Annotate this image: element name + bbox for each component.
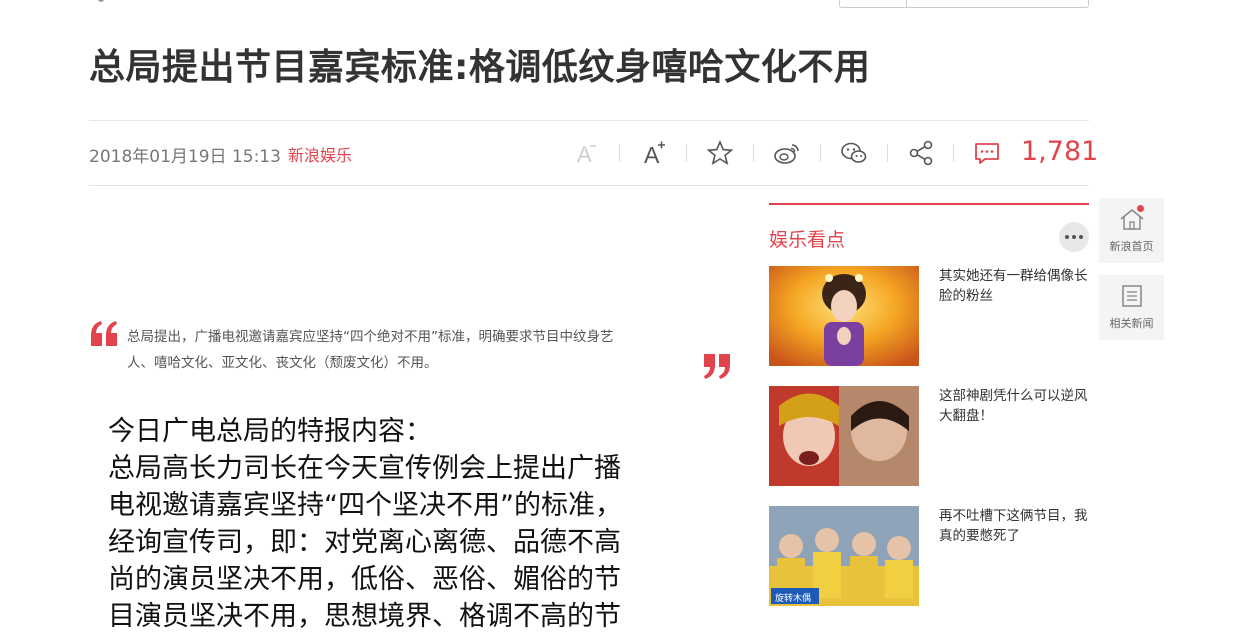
share-icon[interactable]	[904, 136, 938, 170]
news-thumbnail	[769, 266, 919, 366]
star-icon[interactable]	[703, 136, 737, 170]
toolbar-separator	[953, 144, 954, 162]
divider-meta	[89, 185, 1089, 186]
sidebar-title: 娱乐看点	[769, 229, 846, 251]
sina-home-button[interactable]: 新浪首页	[1099, 198, 1164, 263]
article-headline: 总局提出节目嘉宾标准:格调低纹身嘻哈文化不用	[89, 47, 871, 88]
weibo-icon[interactable]	[770, 136, 804, 170]
divider-top	[89, 120, 1089, 121]
publish-date: 2018年01月19日 15:13	[89, 147, 281, 167]
news-title: 再不吐槽下这俩节目，我真的要憋死了	[939, 508, 1088, 544]
comment-count[interactable]: 1,781	[1021, 136, 1098, 167]
home-label: 新浪首页	[1109, 240, 1154, 253]
article-summary-quote: 总局提出，广播电视邀请嘉宾应坚持“四个绝对不用”标准，明确要求节目中纹身艺 人、…	[127, 324, 687, 376]
list-icon	[1120, 284, 1144, 312]
notice-line: 经询宣传司，即：对党离心离德、品德不高	[108, 527, 621, 558]
toolbar-separator	[753, 144, 754, 162]
news-title: 这部神剧凭什么可以逆风大翻盘！	[939, 388, 1088, 424]
quote-close-icon	[700, 350, 732, 382]
notice-line: 电视邀请嘉宾坚持“四个坚决不用”的标准，	[108, 490, 622, 521]
sidebar-news-item[interactable]: 其实她还有一群给偶像长脸的粉丝	[769, 266, 1089, 366]
font-increase-icon[interactable]: A	[637, 136, 671, 170]
svg-text:A: A	[644, 142, 660, 166]
quote-line-2: 人、嘻哈文化、亚文化、丧文化（颓废文化）不用。	[127, 355, 438, 371]
toolbar-separator	[887, 144, 888, 162]
news-thumbnail	[769, 386, 919, 486]
toolbar-separator	[686, 144, 687, 162]
wechat-icon[interactable]	[837, 136, 871, 170]
search-divider	[906, 0, 907, 7]
news-title: 其实她还有一群给偶像长脸的粉丝	[939, 268, 1088, 304]
top-nav-dot	[98, 0, 104, 2]
thumbnail-caption: 旋转木偶	[775, 594, 812, 604]
search-box[interactable]	[839, 0, 1089, 8]
sidebar-news-item[interactable]: 这部神剧凭什么可以逆风大翻盘！	[769, 386, 1089, 486]
comment-icon[interactable]	[970, 136, 1004, 170]
notice-line: 今日广电总局的特报内容：	[108, 416, 432, 447]
more-options-button[interactable]	[1059, 222, 1089, 252]
sidebar-news-item[interactable]: 旋转木偶 再不吐槽下这俩节目，我真的要憋死了	[769, 506, 1089, 606]
notice-line: 尚的演员坚决不用，低俗、恶俗、媚俗的节	[108, 564, 621, 595]
toolbar-separator	[820, 144, 821, 162]
quote-open-icon	[89, 318, 121, 350]
font-decrease-icon[interactable]: A	[569, 136, 603, 170]
quote-line-1: 总局提出，广播电视邀请嘉宾应坚持“四个绝对不用”标准，明确要求节目中纹身艺	[127, 329, 614, 345]
source-link[interactable]: 新浪娱乐	[288, 142, 352, 166]
toolbar-separator	[619, 144, 620, 162]
article-image-notice: 今日广电总局的特报内容： 总局高长力司长在今天宣传例会上提出广播 电视邀请嘉宾坚…	[108, 413, 708, 635]
news-thumbnail: 旋转木偶	[769, 506, 919, 606]
notice-line: 目演员坚决不用，思想境界、格调不高的节	[108, 601, 621, 632]
notification-dot	[1137, 205, 1144, 212]
svg-text:A: A	[577, 142, 592, 166]
related-news-button[interactable]: 相关新闻	[1099, 275, 1164, 340]
notice-line: 总局高长力司长在今天宣传例会上提出广播	[108, 453, 621, 484]
related-news-label: 相关新闻	[1109, 317, 1154, 330]
sidebar-top-rule	[769, 203, 1089, 205]
